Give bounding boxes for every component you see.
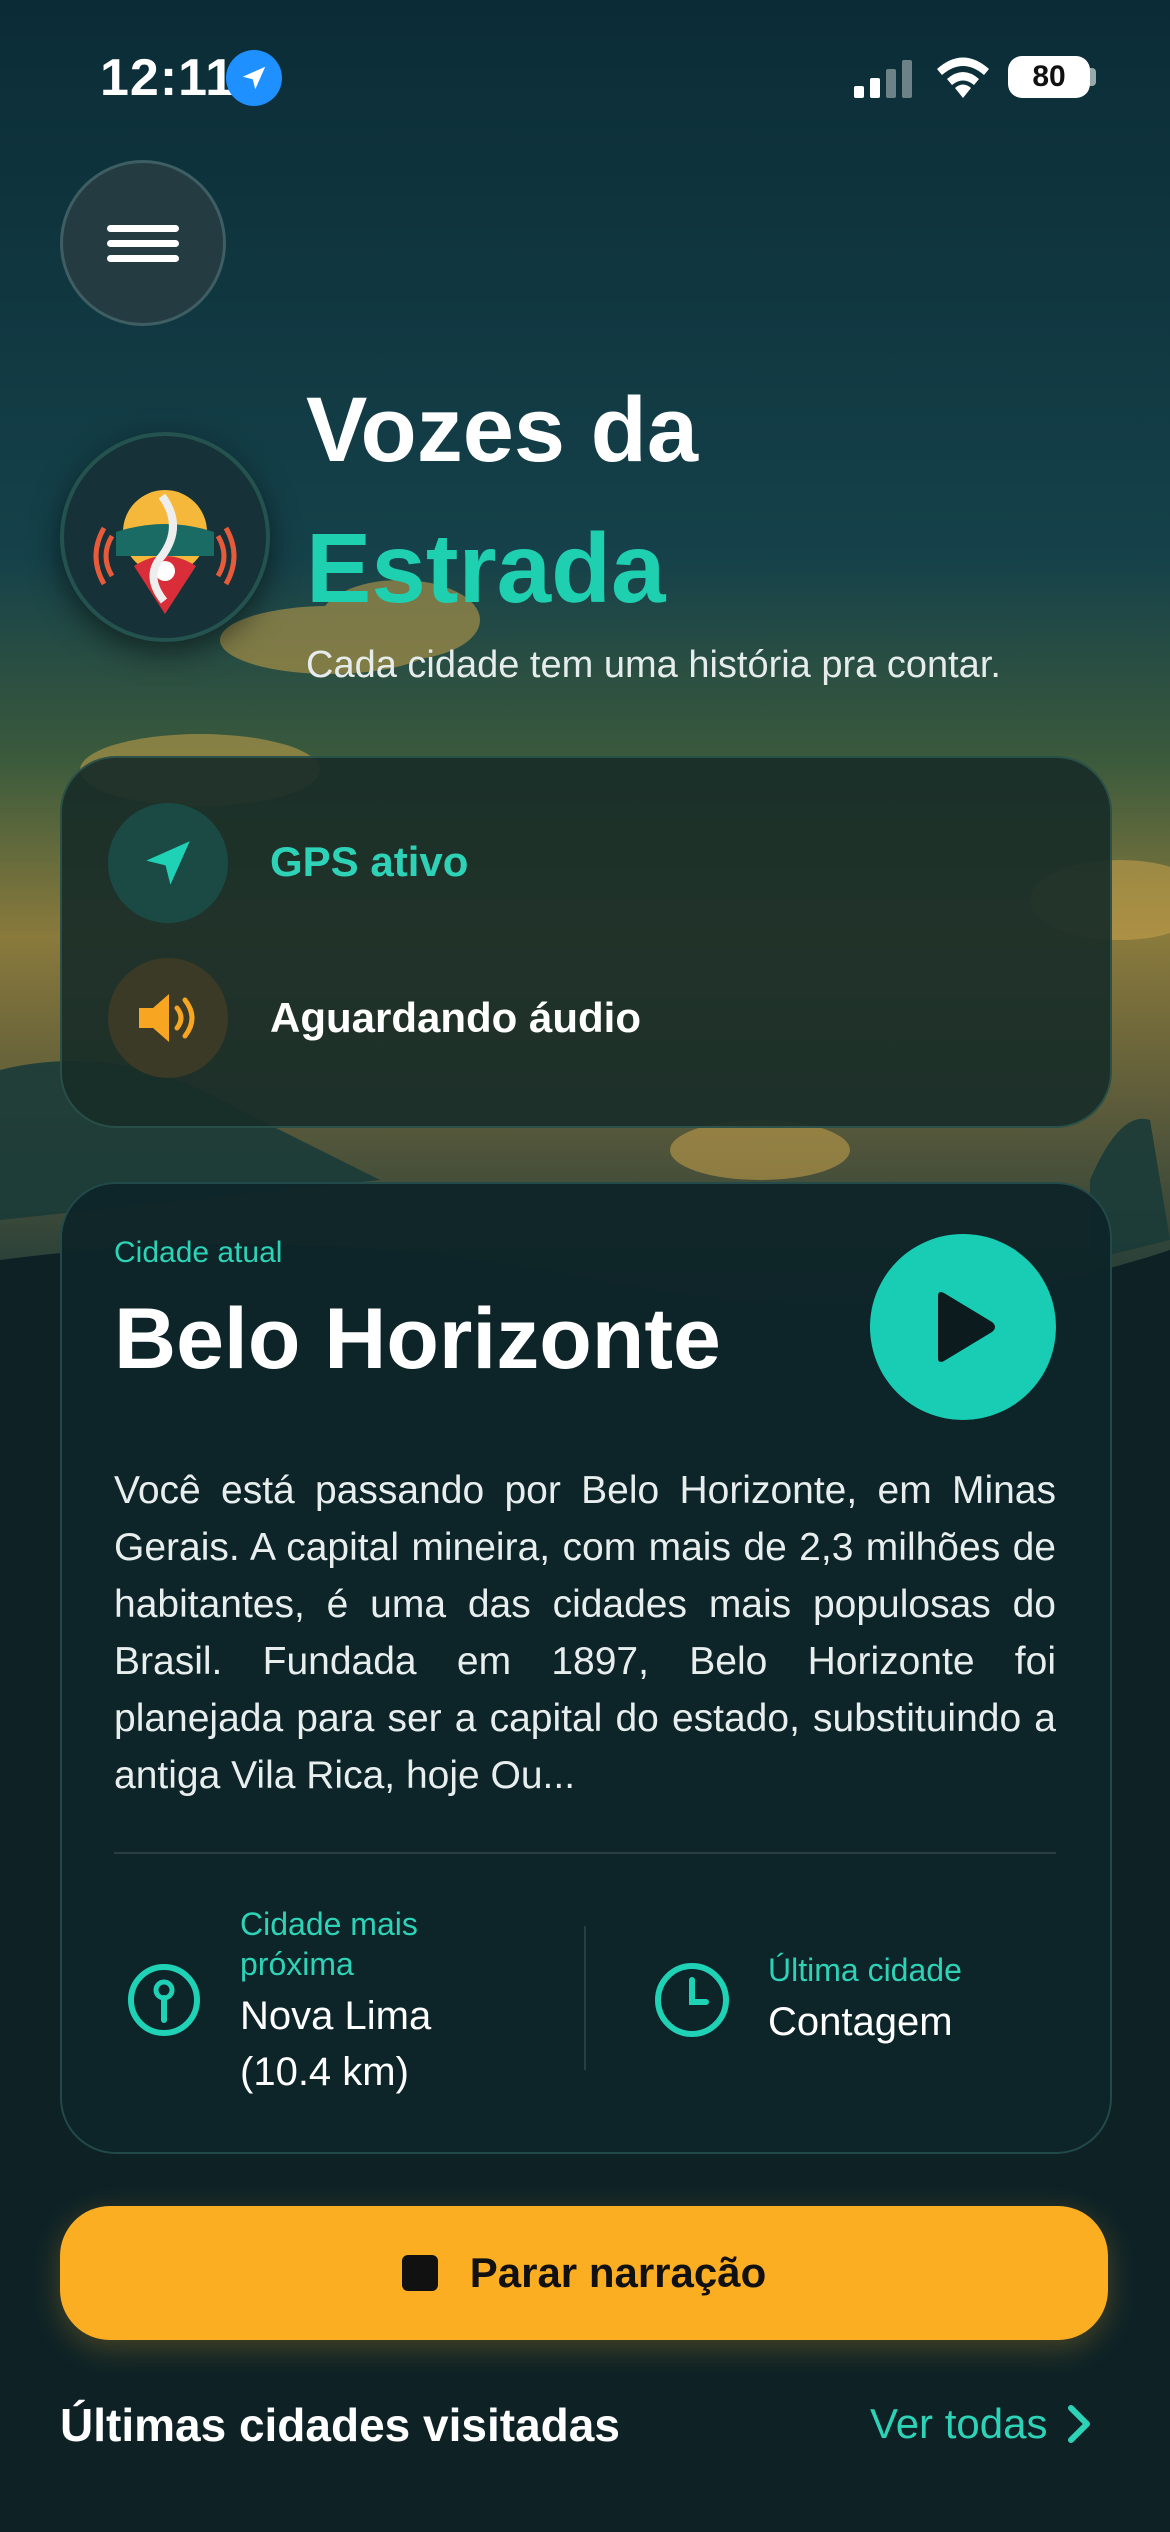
stop-narration-label: Parar narração [469, 2249, 767, 2296]
gps-status-text: GPS ativo [270, 838, 469, 885]
status-time: 12:11 [100, 49, 236, 107]
location-services-icon [226, 50, 282, 106]
app-tagline: Cada cidade tem uma história pra contar. [306, 644, 1001, 686]
status-card [60, 756, 1112, 1128]
navigation-arrow-icon [146, 841, 190, 885]
nearby-city-value: Nova Lima (10.4 km) [240, 1994, 432, 2094]
app-title-line2: Estrada [306, 513, 666, 623]
city-description: Você está passando por Belo Horizonte, e… [114, 1469, 1056, 1797]
chevron-right-icon [1068, 2405, 1091, 2443]
see-all-link[interactable]: Ver todas [870, 2400, 1091, 2448]
wifi-icon [937, 57, 989, 98]
map-pin-icon [128, 1964, 200, 2036]
cellular-signal-icon [854, 60, 912, 98]
audio-status-icon-circle [108, 958, 228, 1078]
app-logo [60, 432, 270, 642]
battery-indicator: 80 [1008, 56, 1090, 98]
play-icon [938, 1292, 995, 1362]
card-divider [114, 1852, 1056, 1854]
hamburger-icon [107, 217, 179, 270]
menu-button[interactable] [60, 160, 226, 326]
clock-icon [655, 1963, 729, 2037]
last-city-value: Contagem [768, 2000, 953, 2044]
gps-status-icon-circle [108, 803, 228, 923]
recent-cities-title: Últimas cidades visitadas [60, 2399, 620, 2451]
battery-tip [1090, 68, 1096, 86]
audio-status-text: Aguardando áudio [270, 994, 641, 1041]
stop-icon [401, 2255, 438, 2291]
info-divider [584, 1926, 586, 2070]
play-button[interactable] [870, 1234, 1056, 1420]
speaker-icon [139, 994, 195, 1042]
last-city-label: Última cidade [768, 1952, 962, 1988]
current-city-name: Belo Horizonte [114, 1291, 721, 1387]
app-title-line1: Vozes da [306, 379, 698, 481]
current-city-label: Cidade atual [114, 1236, 283, 1269]
nearby-city-label: Cidade mais próxima [240, 1906, 418, 1982]
stop-narration-button[interactable]: Parar narração [60, 2206, 1108, 2340]
see-all-label: Ver todas [870, 2400, 1048, 2447]
